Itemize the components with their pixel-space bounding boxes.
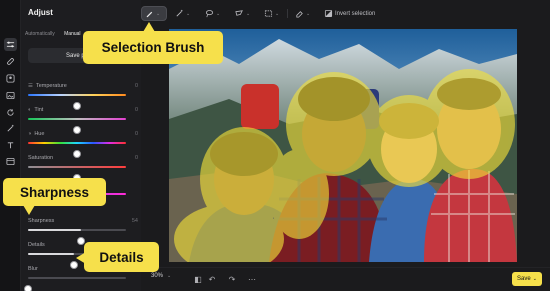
tint-slider-row: ◐ Tint 0: [28, 107, 138, 134]
temperature-slider-row: ☰ Temperature 0: [28, 83, 138, 110]
magic-wand-icon: [176, 9, 183, 17]
undo-icon[interactable]: ↶: [207, 274, 217, 284]
slider-value: 0: [134, 155, 138, 161]
selection-brush-callout: Selection Brush: [83, 22, 223, 64]
slider-label: Saturation: [28, 155, 54, 161]
slider-label: Sharpness: [28, 218, 55, 224]
zoom-control[interactable]: 30% ⌄: [151, 273, 171, 279]
sharpness-slider-row: Sharpness 54: [28, 218, 138, 245]
bottom-bar: 30% ⌄ ◧ ↶ ↷ ⋯ Save ⌄: [141, 267, 550, 291]
brush-tool-button[interactable]: ⌄: [141, 6, 167, 21]
sharpness-callout: Sharpness: [3, 178, 106, 215]
slider-label: Hue: [34, 131, 45, 137]
blur-track[interactable]: [24, 277, 126, 291]
hue-slider-row: ◑ Hue 0: [28, 131, 138, 158]
tint-icon: ◐: [28, 107, 32, 113]
image-icon[interactable]: [4, 89, 17, 102]
chevron-down-icon: ⌄: [532, 276, 537, 282]
lasso-icon: [205, 10, 214, 18]
tab-automatically[interactable]: Automatically: [25, 31, 55, 37]
tool-rail: [0, 0, 21, 291]
hue-track[interactable]: [28, 142, 126, 158]
eraser-tool-button[interactable]: ⌄: [292, 6, 316, 21]
more-icon[interactable]: ⋯: [247, 274, 257, 284]
slider-label: Details: [28, 242, 45, 248]
mode-tabs: Automatically Manual: [25, 31, 89, 37]
polygon-lasso-icon: [235, 10, 243, 16]
blur-thumb[interactable]: [24, 285, 32, 291]
zoom-level: 30%: [151, 273, 164, 279]
magic-icon[interactable]: [4, 122, 17, 135]
lasso-tool-button[interactable]: ⌄: [202, 6, 224, 21]
sliders-icon[interactable]: [4, 38, 17, 51]
saturation-track[interactable]: [28, 166, 126, 182]
tint-track[interactable]: [28, 118, 126, 134]
chevron-down-icon: ⌄: [167, 273, 172, 279]
save-label: Save: [517, 276, 531, 282]
callout-label: Selection Brush: [101, 40, 205, 55]
callout-label: Details: [99, 249, 144, 265]
temperature-icon: ☰: [28, 83, 33, 89]
text-icon[interactable]: [4, 139, 17, 152]
callout-pointer: [23, 205, 35, 215]
toolbar-divider: [287, 9, 288, 18]
slider-label: Temperature: [35, 83, 67, 89]
sharpness-track[interactable]: [28, 229, 126, 245]
temperature-track[interactable]: [28, 94, 126, 110]
photo-canvas[interactable]: [169, 29, 517, 262]
tab-manual[interactable]: Manual: [64, 31, 80, 37]
layout-icon[interactable]: [4, 155, 17, 168]
polygon-lasso-tool-button[interactable]: ⌄: [232, 6, 254, 21]
save-button[interactable]: Save ⌄: [512, 272, 542, 286]
callout-label: Sharpness: [19, 184, 90, 200]
details-callout: Details: [76, 242, 159, 272]
portrait-icon[interactable]: [4, 72, 17, 85]
brush-icon: [146, 11, 153, 18]
group-selfie-photo: [169, 29, 517, 262]
invert-selection-button[interactable]: Invert selection: [321, 6, 383, 21]
compare-icon[interactable]: ◧: [193, 274, 203, 284]
eraser-icon: [296, 11, 303, 18]
callout-pointer: [76, 252, 86, 264]
invert-selection-label: Invert selection: [335, 10, 376, 17]
magic-wand-tool-button[interactable]: ⌄: [172, 6, 194, 21]
slider-value: 0: [134, 83, 138, 89]
bandage-icon[interactable]: [4, 55, 17, 68]
rotate-icon[interactable]: [4, 106, 17, 119]
rect-select-icon: [264, 10, 273, 17]
slider-value: 54: [131, 218, 138, 224]
invert-icon: [324, 9, 333, 18]
slider-label: Tint: [34, 107, 44, 113]
top-toolbar: ⌄ ⌄ ⌄ ⌄ ⌄ ⌄ Invert selection: [141, 0, 550, 27]
slider-value: 0: [134, 131, 138, 137]
callout-pointer: [143, 22, 155, 32]
panel-title: Adjust: [28, 8, 53, 17]
saturation-slider-row: Saturation 0: [28, 155, 138, 182]
slider-label: Blur: [28, 266, 38, 272]
rect-select-tool-button[interactable]: ⌄: [261, 6, 283, 21]
slider-value: 0: [134, 107, 138, 113]
hue-icon: ◑: [28, 131, 32, 137]
redo-icon[interactable]: ↷: [227, 274, 237, 284]
